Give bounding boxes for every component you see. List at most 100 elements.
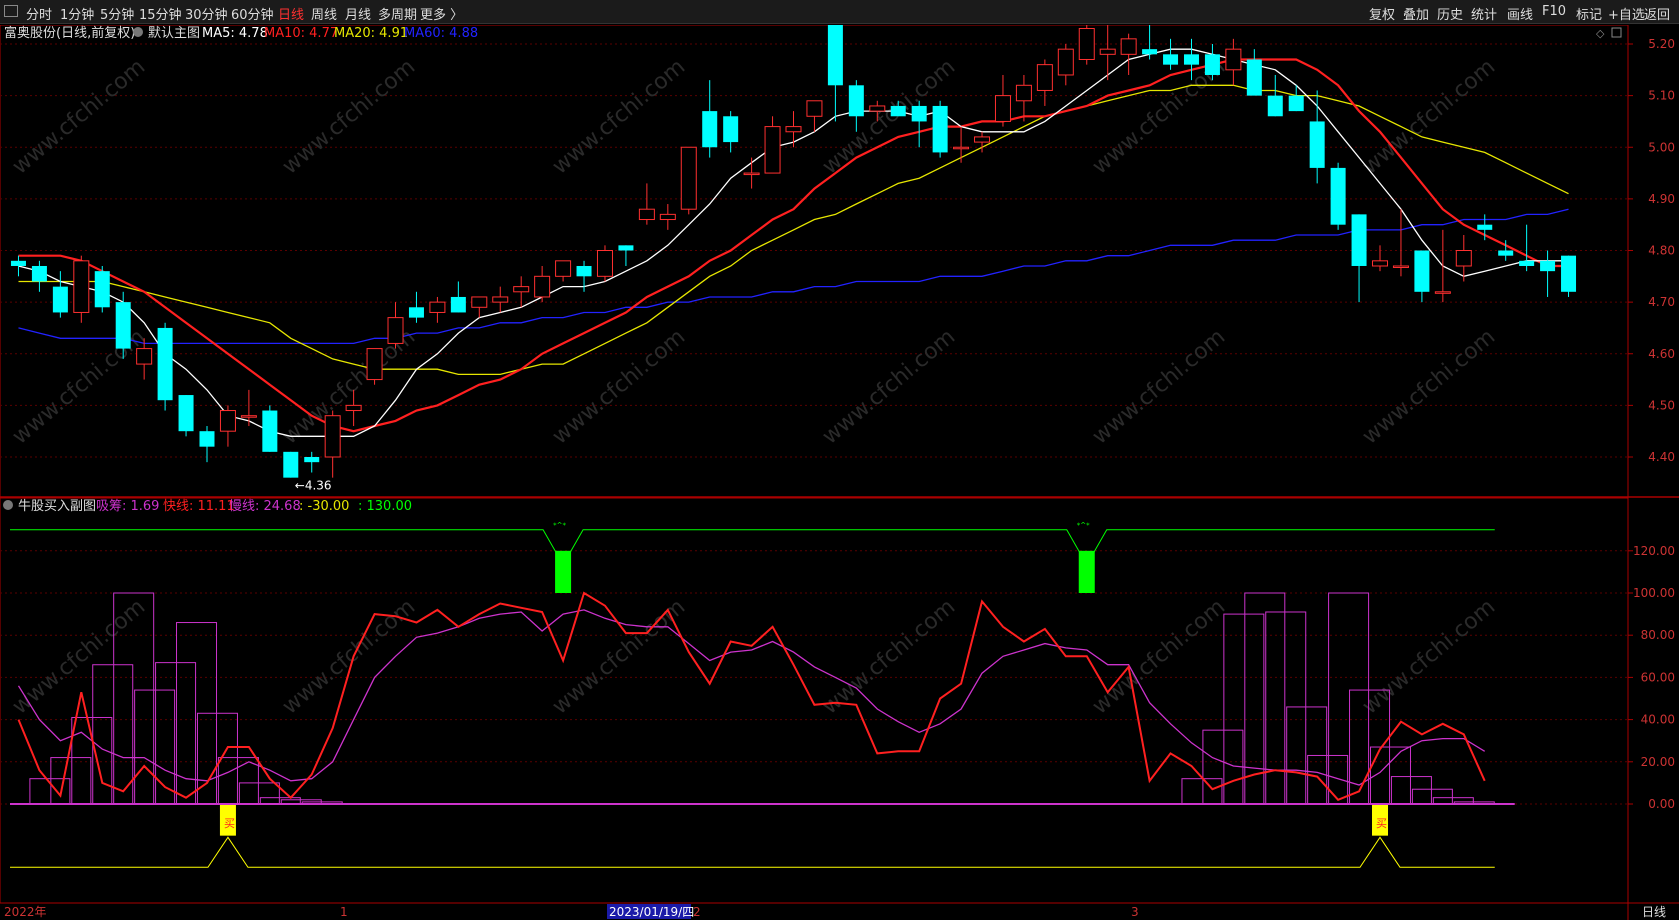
- sub-indicator-menu-icon[interactable]: [3, 500, 13, 510]
- candle-34: [723, 111, 739, 153]
- candle-body: [408, 307, 424, 318]
- candle-21: [450, 281, 466, 313]
- price-tick-label: 4.80: [1648, 244, 1675, 258]
- period-indicator: 日线: [1642, 905, 1666, 919]
- candle-body: [848, 85, 864, 117]
- period-5[interactable]: 60分钟: [231, 4, 274, 23]
- toolbar-right-2[interactable]: 历史: [1437, 4, 1463, 23]
- candle-1: [31, 260, 47, 292]
- candle-body: [806, 100, 823, 117]
- toolbar-right-3[interactable]: 统计: [1471, 4, 1497, 23]
- candle-36: [764, 116, 781, 174]
- candle-body: [932, 105, 948, 153]
- candle-body: [52, 286, 68, 313]
- toolbar-right-0[interactable]: 复权: [1369, 4, 1395, 23]
- accum-bar: [238, 782, 280, 805]
- toolbar-right-6[interactable]: 标记: [1576, 4, 1602, 23]
- candle-body: [262, 410, 278, 452]
- watermark-text: www.cfchi.com: [1358, 54, 1500, 179]
- sell-signal-label: *^*: [553, 522, 566, 530]
- period-10[interactable]: 更多 〉: [420, 4, 463, 23]
- period-4[interactable]: 30分钟: [185, 4, 228, 23]
- candle-body: [994, 95, 1011, 122]
- candle-19: [408, 291, 424, 323]
- main-template-label[interactable]: 默认主图: [148, 25, 200, 41]
- candle-body: [219, 410, 236, 432]
- price-tick-label: 4.40: [1648, 450, 1675, 464]
- candle-body: [911, 105, 927, 122]
- accum-bar: [71, 716, 113, 805]
- candle-74: [1561, 255, 1577, 297]
- candle-body: [366, 348, 383, 381]
- toolbar-right-7[interactable]: +自选: [1608, 4, 1645, 23]
- candle-62: [1309, 90, 1325, 184]
- candle-body: [953, 146, 970, 150]
- candle-body: [1183, 54, 1199, 65]
- candle-body: [1498, 250, 1514, 256]
- candle-22: [471, 296, 488, 318]
- sub-tick-label: 0.00: [1648, 797, 1675, 811]
- toolbar-right-5[interactable]: F10: [1542, 4, 1566, 19]
- sub-tick-label: 100.00: [1633, 586, 1675, 600]
- candle-11: [240, 389, 257, 427]
- date-axis-label-year: 2022年: [4, 905, 47, 919]
- candle-body: [1477, 224, 1493, 230]
- toolbar-right-8[interactable]: 返回: [1644, 4, 1670, 23]
- price-tick-label: 5.10: [1648, 89, 1675, 103]
- accum-bar: [1265, 611, 1307, 805]
- candle-10: [219, 405, 236, 447]
- buy-signal-label: 买: [1376, 817, 1387, 830]
- candle-body: [1540, 260, 1556, 272]
- watermark-text: www.cfchi.com: [818, 324, 960, 449]
- candle-body: [1434, 291, 1451, 294]
- period-9[interactable]: 多周期: [378, 4, 417, 23]
- toolbar-right-4[interactable]: 画线: [1507, 4, 1533, 23]
- toolbar-right-1[interactable]: 叠加: [1403, 4, 1429, 23]
- candle-body: [1099, 48, 1116, 55]
- accum-bar: [134, 689, 176, 805]
- candle-body: [1015, 84, 1032, 102]
- period-6[interactable]: 日线: [278, 4, 304, 23]
- candle-body: [974, 136, 991, 143]
- accum-bar: [217, 757, 259, 805]
- sell-signal-bar: [1078, 550, 1095, 593]
- sub-chart: *^* *^* 买 买: [10, 522, 1515, 868]
- system-menu-icon[interactable]: [4, 5, 18, 17]
- watermark-text: www.cfchi.com: [1358, 324, 1500, 449]
- candle-35: [743, 157, 760, 189]
- indicator-menu-icon[interactable]: [133, 27, 143, 37]
- candle-31: [659, 204, 676, 230]
- period-3[interactable]: 15分钟: [139, 4, 182, 23]
- watermark-text: www.cfchi.com: [1088, 594, 1230, 719]
- candle-15: [324, 410, 341, 478]
- accum-bar: [1223, 613, 1265, 805]
- candle-73: [1540, 250, 1556, 297]
- candle-26: [555, 260, 572, 282]
- candle-12: [262, 405, 278, 452]
- date-axis-label-feb: 2: [693, 905, 701, 919]
- period-0[interactable]: 分时: [26, 4, 52, 23]
- candle-body: [1204, 54, 1220, 75]
- watermark-text: www.cfchi.com: [1358, 594, 1500, 719]
- watermark: www.cfchi.com www.cfchi.com www.cfchi.com w…: [8, 54, 1500, 719]
- candle-67: [1414, 250, 1430, 303]
- period-1[interactable]: 1分钟: [60, 4, 94, 23]
- candle-body: [115, 302, 131, 349]
- watermark-text: www.cfchi.com: [8, 54, 150, 179]
- ma5-line: [18, 48, 1569, 437]
- accum-bar: [1411, 788, 1453, 805]
- moving-average-lines: [18, 48, 1569, 437]
- price-tick-label: 4.70: [1648, 295, 1675, 309]
- upper-bound-legend: : 130.00: [358, 499, 412, 514]
- buy-signal-label: 买: [224, 817, 235, 830]
- ma60-legend: MA60: 4.88: [404, 26, 478, 41]
- period-8[interactable]: 月线: [345, 4, 371, 23]
- candle-body: [157, 327, 173, 401]
- candle-body: [555, 260, 572, 277]
- period-2[interactable]: 5分钟: [100, 4, 134, 23]
- period-7[interactable]: 周线: [311, 4, 337, 23]
- candle-body: [1351, 214, 1367, 266]
- sub-indicator-name[interactable]: 牛股买入副图: [18, 499, 96, 514]
- watermark-text: www.cfchi.com: [548, 54, 690, 179]
- candle-body: [1414, 250, 1430, 292]
